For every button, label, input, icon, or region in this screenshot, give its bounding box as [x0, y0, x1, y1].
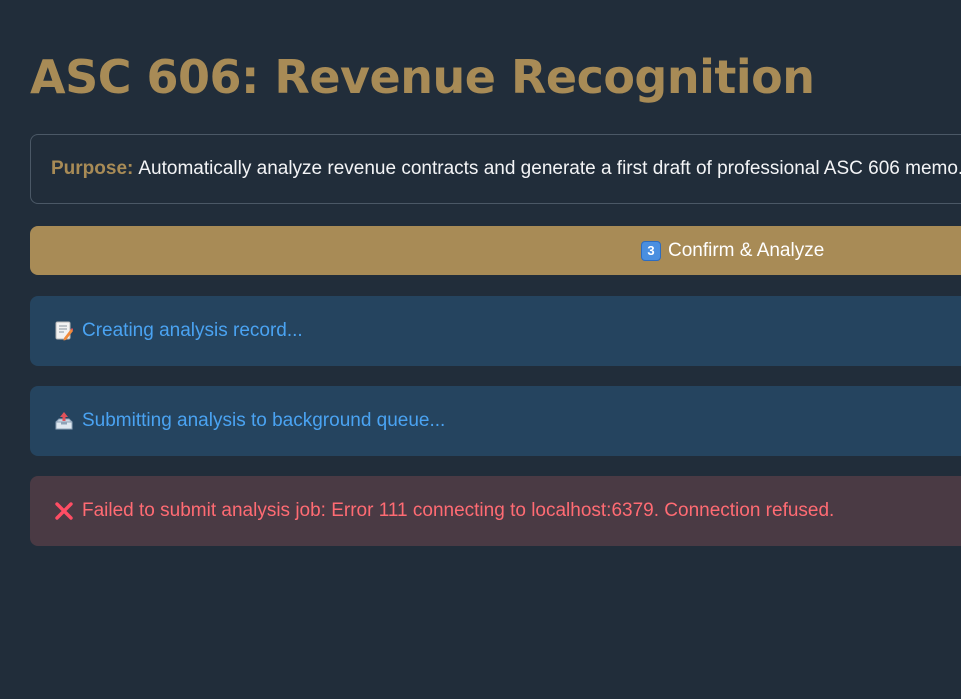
- purpose-callout: Purpose: Automatically analyze revenue c…: [30, 134, 961, 204]
- confirm-analyze-label: Confirm & Analyze: [668, 239, 825, 261]
- app-page: ASC 606: Revenue Recognition Purpose: Au…: [0, 0, 961, 699]
- alert-text: Creating analysis record...: [82, 320, 303, 341]
- memo-icon: [54, 321, 74, 341]
- confirm-analyze-content: 3 Confirm & Analyze: [641, 240, 824, 262]
- purpose-text: Automatically analyze revenue contracts …: [138, 158, 961, 179]
- confirm-analyze-button[interactable]: 3 Confirm & Analyze: [30, 226, 961, 275]
- outbox-tray-icon: [54, 411, 74, 431]
- cross-mark-icon: [54, 501, 74, 521]
- keycap-three-icon: 3: [641, 240, 661, 261]
- purpose-label: Purpose:: [51, 158, 134, 179]
- alert-submit-failed: Failed to submit analysis job: Error 111…: [30, 476, 961, 546]
- page-title: ASC 606: Revenue Recognition: [30, 50, 815, 104]
- alert-text: Failed to submit analysis job: Error 111…: [82, 500, 835, 521]
- alert-creating-record: Creating analysis record...: [30, 296, 961, 366]
- alert-submitting-queue: Submitting analysis to background queue.…: [30, 386, 961, 456]
- alert-text: Submitting analysis to background queue.…: [82, 410, 446, 431]
